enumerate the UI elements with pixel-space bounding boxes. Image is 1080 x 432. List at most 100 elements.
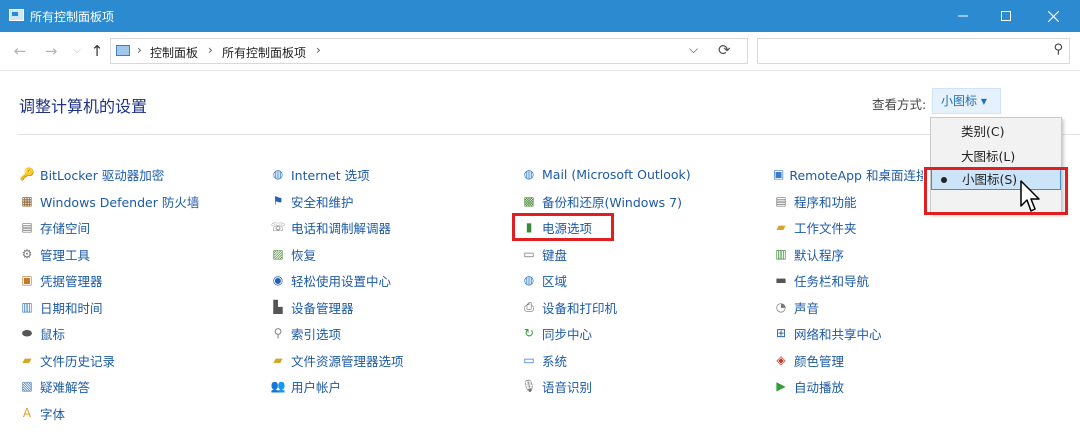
highlight-box-power-options (512, 213, 614, 241)
item-programs-features[interactable]: ▤ 程序和功能 (773, 190, 856, 212)
accessibility-icon: ◉ (272, 273, 284, 287)
item-internet-options[interactable]: ◍ Internet 选项 (270, 163, 370, 185)
microphone-icon: 🎙 (521, 379, 537, 393)
item-bitlocker[interactable]: 🔑 BitLocker 驱动器加密 (19, 163, 165, 185)
system-icon: ▭ (523, 353, 535, 367)
item-admin-tools[interactable]: ⚙ 管理工具 (19, 243, 90, 265)
tools-icon: ⚙ (21, 247, 33, 261)
index-icon: ⚲ (273, 326, 283, 340)
item-sound[interactable]: ◔ 声音 (773, 296, 819, 318)
highlight-box-small-icons (924, 167, 1068, 215)
item-keyboard[interactable]: ▭ 键盘 (521, 243, 567, 265)
control-panel-app-icon (9, 9, 24, 21)
globe-icon: ◍ (272, 167, 284, 181)
flag-icon: ⚑ (272, 194, 284, 208)
key-icon: 🔑 (19, 167, 35, 181)
up-button[interactable]: ↑ (88, 41, 106, 61)
item-network-sharing[interactable]: ⊞ 网络和共享中心 (773, 322, 882, 344)
chevron-down-icon: ⌵ (73, 45, 81, 56)
search-input[interactable]: ⚲ (757, 38, 1070, 64)
item-default-programs[interactable]: ▥ 默认程序 (773, 243, 844, 265)
up-arrow-icon: ↑ (90, 42, 104, 60)
recent-locations-button[interactable]: ⌵ (68, 41, 86, 61)
refresh-button[interactable]: ⟳ (718, 41, 731, 59)
font-icon: A (22, 406, 32, 420)
item-mail[interactable]: ◍ Mail (Microsoft Outlook) (521, 163, 691, 185)
device-manager-icon: ▙ (273, 300, 283, 314)
close-button[interactable] (1030, 0, 1076, 32)
breadcrumb-separator-icon: › (137, 43, 142, 57)
recovery-icon: ▨ (272, 247, 284, 261)
item-ease-of-access[interactable]: ◉ 轻松使用设置中心 (270, 269, 391, 291)
search-icon[interactable]: ⚲ (1053, 42, 1063, 57)
item-file-history[interactable]: ▰ 文件历史记录 (19, 349, 115, 371)
item-sync-center[interactable]: ↻ 同步中心 (521, 322, 592, 344)
minimize-icon (958, 15, 968, 17)
item-credential-manager[interactable]: ▣ 凭据管理器 (19, 269, 102, 291)
backup-icon: ▩ (523, 194, 535, 208)
title-bar: 所有控制面板项 (0, 0, 1080, 32)
maximize-icon (1001, 11, 1011, 21)
item-date-time[interactable]: ▥ 日期和时间 (19, 296, 102, 318)
sync-icon: ↻ (523, 326, 535, 340)
menu-item-large-icons[interactable]: 大图标(L) (931, 146, 1061, 168)
mouse-icon: ⬬ (21, 326, 33, 340)
forward-button[interactable]: → (42, 41, 60, 61)
view-by-dropdown[interactable]: 小图标 ▾ (932, 88, 1001, 114)
item-backup-restore[interactable]: ▩ 备份和还原(Windows 7) (521, 190, 682, 212)
item-speech-recognition[interactable]: 🎙 语音识别 (521, 375, 592, 397)
item-region[interactable]: ◍ 区域 (521, 269, 567, 291)
breadcrumb-control-panel[interactable]: 控制面板 (150, 44, 198, 61)
storage-icon: ▤ (21, 220, 33, 234)
forward-arrow-icon: → (44, 42, 58, 60)
item-file-explorer-options[interactable]: ▰ 文件资源管理器选项 (270, 349, 403, 371)
credential-icon: ▣ (21, 273, 33, 287)
minimize-button[interactable] (940, 0, 986, 32)
window-title: 所有控制面板项 (30, 10, 115, 24)
item-fonts[interactable]: A 字体 (19, 402, 65, 424)
header-divider (17, 134, 1080, 135)
keyboard-icon: ▭ (523, 247, 535, 261)
item-troubleshooting[interactable]: ▧ 疑难解答 (19, 375, 90, 397)
address-dropdown-icon[interactable]: ⌵ (689, 42, 698, 57)
address-bar[interactable]: › 控制面板 › 所有控制面板项 › ⌵ (110, 38, 748, 64)
taskbar-icon: ▬ (775, 273, 787, 287)
item-firewall[interactable]: ▦ Windows Defender 防火墙 (19, 190, 199, 212)
breadcrumb-all-items[interactable]: 所有控制面板项 (222, 44, 306, 61)
phone-icon: ☏ (270, 220, 286, 234)
calendar-icon: ▥ (21, 300, 33, 314)
back-button[interactable]: ← (11, 41, 29, 61)
remoteapp-icon: ▣ (773, 167, 785, 181)
item-indexing-options[interactable]: ⚲ 索引选项 (270, 322, 341, 344)
speaker-icon: ◔ (775, 300, 787, 314)
default-programs-icon: ▥ (775, 247, 787, 261)
folder-options-icon: ▰ (273, 353, 283, 367)
users-icon: 👥 (270, 379, 286, 393)
item-color-management[interactable]: ◈ 颜色管理 (773, 349, 844, 371)
work-folders-icon: ▰ (776, 220, 786, 234)
troubleshoot-icon: ▧ (21, 379, 33, 393)
address-row: ← → ⌵ ↑ › 控制面板 › 所有控制面板项 › ⌵ ⟳ ⚲ (0, 32, 1080, 71)
maximize-button[interactable] (983, 0, 1029, 32)
item-device-manager[interactable]: ▙ 设备管理器 (270, 296, 353, 318)
item-remoteapp[interactable]: ▣ RemoteApp 和桌面连接 (773, 163, 923, 185)
item-phone-modem[interactable]: ☏ 电话和调制解调器 (270, 216, 391, 238)
programs-icon: ▤ (775, 194, 787, 208)
close-icon (1047, 10, 1059, 22)
item-autoplay[interactable]: ▶ 自动播放 (773, 375, 844, 397)
item-devices-printers[interactable]: ⎙ 设备和打印机 (521, 296, 617, 318)
view-by-label: 查看方式: (872, 97, 927, 112)
item-taskbar-navigation[interactable]: ▬ 任务栏和导航 (773, 269, 869, 291)
item-security-maintenance[interactable]: ⚑ 安全和维护 (270, 190, 354, 212)
file-history-icon: ▰ (22, 353, 32, 367)
menu-item-category[interactable]: 类别(C) (931, 121, 1061, 143)
mail-icon: ◍ (523, 167, 535, 181)
item-storage-spaces[interactable]: ▤ 存储空间 (19, 216, 90, 238)
region-icon: ◍ (523, 273, 535, 287)
network-icon: ⊞ (775, 326, 787, 340)
item-work-folders[interactable]: ▰ 工作文件夹 (773, 216, 856, 238)
item-mouse[interactable]: ⬬ 鼠标 (19, 322, 65, 344)
item-user-accounts[interactable]: 👥 用户帐户 (270, 375, 342, 397)
item-system[interactable]: ▭ 系统 (521, 349, 567, 371)
item-recovery[interactable]: ▨ 恢复 (270, 243, 316, 265)
